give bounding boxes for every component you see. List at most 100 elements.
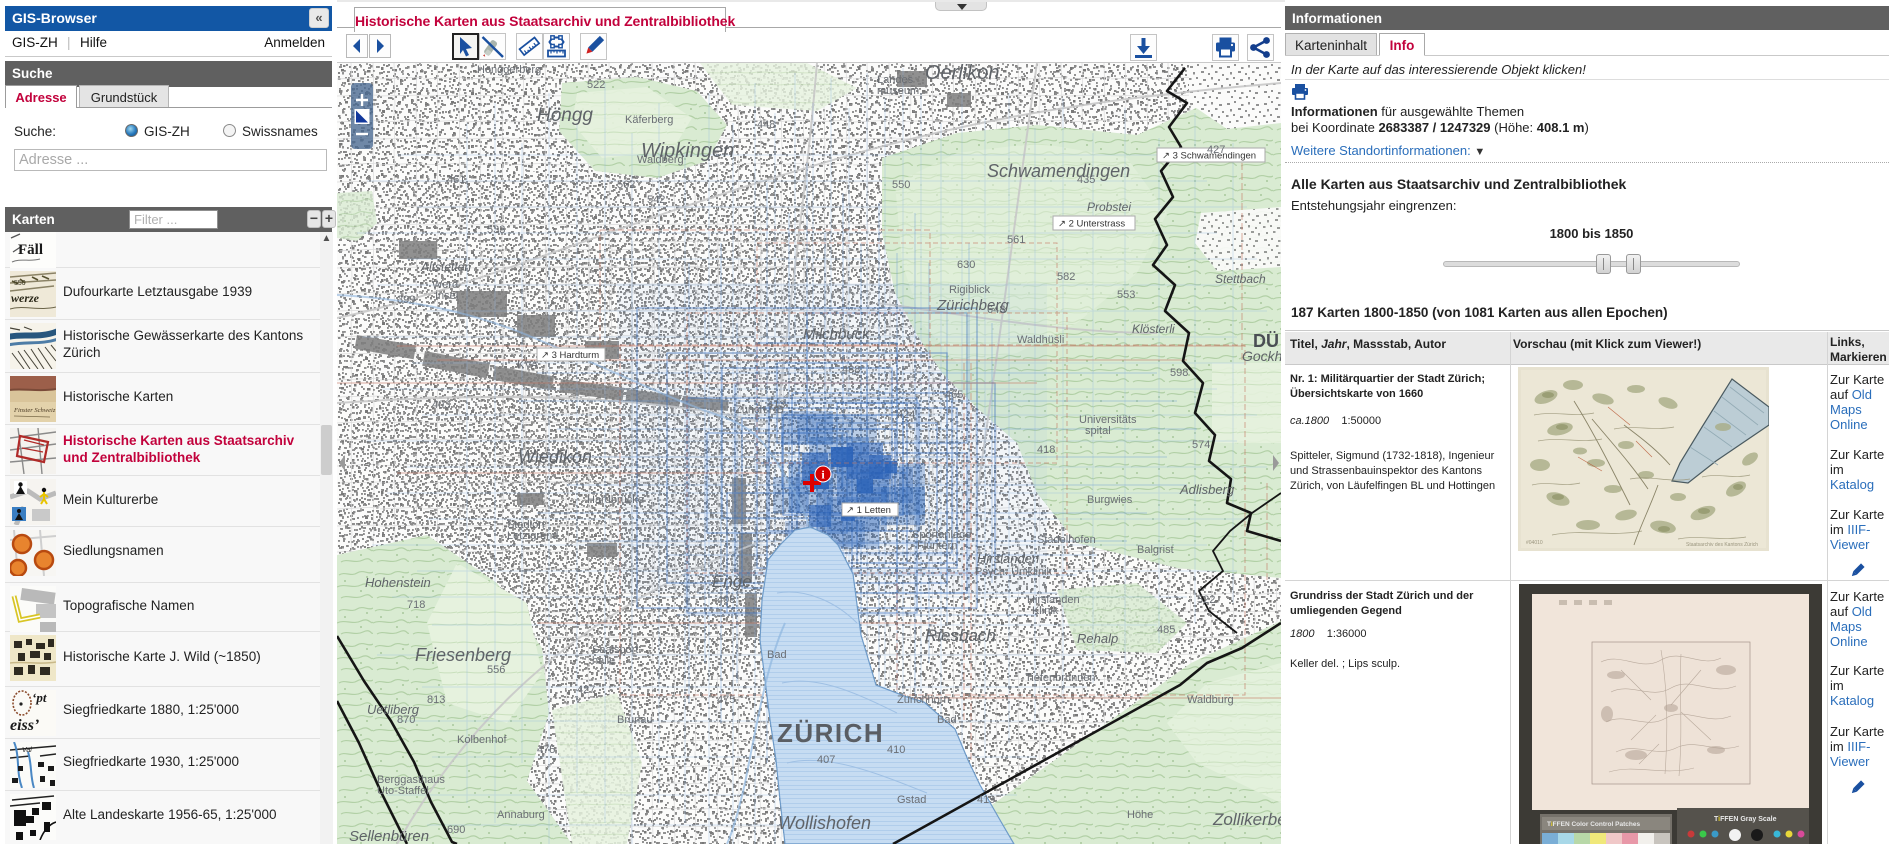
- svg-text:Schwamendingen: Schwamendingen: [987, 161, 1130, 181]
- svg-text:Rigiblick: Rigiblick: [949, 284, 990, 296]
- svg-text:413: 413: [767, 399, 785, 411]
- svg-text:561: 561: [1007, 234, 1025, 246]
- svg-text:Insel: Insel: [435, 290, 458, 302]
- svg-text:ZÜRICH: ZÜRICH: [777, 718, 884, 748]
- svg-text:KVA: KVA: [517, 359, 539, 371]
- svg-text:630: 630: [957, 259, 975, 271]
- svg-text:407: 407: [817, 754, 835, 766]
- svg-text:465: 465: [945, 389, 963, 401]
- svg-text:Letzigrund: Letzigrund: [507, 530, 558, 542]
- svg-text:Hardbrücke: Hardbrücke: [587, 494, 644, 506]
- svg-text:spital: spital: [1085, 425, 1111, 437]
- svg-text:399: 399: [397, 294, 415, 306]
- svg-text:TiFFEN Color Control Patches: TiFFEN Color Control Patches: [1547, 821, 1640, 828]
- svg-text:Burgwies: Burgwies: [1087, 494, 1133, 506]
- svg-text:582: 582: [1057, 271, 1075, 283]
- svg-text:Adlisberg: Adlisberg: [1179, 482, 1235, 497]
- svg-text:Zollikerberg: Zollikerberg: [1212, 810, 1281, 829]
- svg-text:475: 475: [537, 744, 555, 756]
- svg-text:485: 485: [1157, 624, 1175, 636]
- svg-text:690: 690: [447, 824, 465, 836]
- svg-text:Fluntern: Fluntern: [917, 540, 957, 552]
- svg-text:TiFFEN Gray Scale: TiFFEN Gray Scale: [1714, 816, 1777, 823]
- svg-text:418: 418: [1037, 444, 1055, 456]
- svg-text:Klinik: Klinik: [1032, 605, 1059, 617]
- svg-text:Fäll: Fäll: [18, 242, 43, 258]
- svg-text:424: 424: [897, 409, 915, 421]
- svg-text:museum: museum: [877, 85, 919, 97]
- svg-text:448: 448: [757, 119, 775, 131]
- svg-text:werze: werze: [11, 291, 40, 305]
- svg-text:550: 550: [14, 280, 26, 287]
- svg-text:Wollishofen: Wollishofen: [778, 813, 871, 833]
- svg-text:419: 419: [977, 794, 995, 806]
- svg-text:Staatsarchiv des Kantons Züric: Staatsarchiv des Kantons Zürich: [1686, 542, 1758, 548]
- svg-text:Rehalp: Rehalp: [1077, 631, 1118, 646]
- svg-text:Val: Val: [22, 747, 32, 754]
- svg-text:eiss’: eiss’: [10, 717, 39, 734]
- svg-text:Riesbach: Riesbach: [925, 626, 996, 645]
- svg-text:Balgrist: Balgrist: [1137, 544, 1174, 556]
- svg-text:813: 813: [427, 694, 445, 706]
- svg-text:Waldhüsli: Waldhüsli: [1017, 334, 1064, 346]
- svg-text:427: 427: [1207, 144, 1225, 156]
- svg-text:556: 556: [487, 664, 505, 676]
- svg-text:Tiefenbrunnen: Tiefenbrunnen: [1025, 672, 1096, 684]
- svg-text:Probstei: Probstei: [1087, 200, 1131, 214]
- svg-text:DÜ: DÜ: [1253, 331, 1279, 351]
- svg-text:Enge: Enge: [712, 572, 752, 591]
- svg-text:Altstetten: Altstetten: [420, 260, 471, 274]
- svg-text:718: 718: [407, 599, 425, 611]
- svg-text:Sellenbüren: Sellenbüren: [349, 828, 429, 844]
- svg-text:↗ 1 Letten: ↗ 1 Letten: [846, 505, 891, 516]
- svg-text:403: 403: [432, 399, 450, 411]
- svg-text:Kolbenhof: Kolbenhof: [457, 734, 507, 746]
- svg-text:574: 574: [1192, 439, 1210, 451]
- svg-text:522: 522: [587, 79, 605, 91]
- svg-text:542: 542: [647, 194, 665, 206]
- svg-text:410: 410: [887, 744, 905, 756]
- svg-text:Höngg: Höngg: [537, 105, 593, 126]
- svg-text:648: 648: [987, 304, 1005, 316]
- svg-text:Honggerberg: Honggerberg: [477, 64, 541, 76]
- svg-text:475: 475: [717, 694, 735, 706]
- svg-text:553: 553: [1117, 289, 1135, 301]
- svg-text:Annaburg: Annaburg: [497, 809, 545, 821]
- svg-text:Psych. Uniklinik: Psych. Uniklinik: [975, 566, 1053, 578]
- svg-text:Zürichhorn: Zürichhorn: [897, 694, 950, 706]
- svg-text:Höhe: Höhe: [1127, 809, 1153, 821]
- svg-text:870: 870: [397, 714, 415, 726]
- svg-text:Waldburg: Waldburg: [1187, 694, 1234, 706]
- svg-text:Waidberg: Waidberg: [637, 154, 684, 166]
- svg-text:↗ 2 Unterstrass: ↗ 2 Unterstrass: [1058, 219, 1125, 230]
- svg-text:Bad: Bad: [767, 649, 787, 661]
- svg-text:562: 562: [617, 179, 635, 191]
- svg-text:522: 522: [1197, 594, 1215, 606]
- svg-text:halle: halle: [592, 655, 615, 667]
- svg-text:‘pt: ‘pt: [32, 690, 47, 705]
- svg-text:Gstad: Gstad: [897, 794, 926, 806]
- svg-text:#04010: #04010: [1526, 540, 1543, 546]
- svg-text:Wiedikon: Wiedikon: [518, 447, 592, 467]
- svg-text:Finster Schweiz: Finster Schweiz: [13, 407, 56, 414]
- svg-text:435: 435: [1077, 174, 1095, 186]
- svg-text:Brunau: Brunau: [617, 714, 652, 726]
- svg-text:533: 533: [487, 224, 505, 236]
- svg-text:408: 408: [717, 594, 735, 606]
- svg-text:488: 488: [842, 364, 860, 376]
- svg-text:Käferberg: Käferberg: [625, 114, 673, 126]
- svg-text:Oerlikon: Oerlikon: [925, 63, 999, 84]
- svg-text:Stadelhofen: Stadelhofen: [1037, 534, 1096, 546]
- svg-text:427: 427: [577, 684, 595, 696]
- svg-text:Milchbuck: Milchbuck: [803, 326, 871, 343]
- svg-text:Hohenstein: Hohenstein: [365, 575, 431, 590]
- svg-text:Hirslanden: Hirslanden: [977, 551, 1039, 566]
- svg-text:Uto-Staffel: Uto-Staffel: [377, 785, 429, 797]
- svg-text:Friesenberg: Friesenberg: [415, 645, 511, 665]
- svg-text:Stettbach: Stettbach: [1215, 272, 1266, 286]
- svg-text:550: 550: [892, 179, 910, 191]
- svg-text:Bad: Bad: [937, 714, 957, 726]
- svg-text:↗ 3 Hardturm: ↗ 3 Hardturm: [541, 350, 599, 361]
- svg-text:Klösterli: Klösterli: [1132, 322, 1175, 336]
- svg-text:461: 461: [447, 174, 465, 186]
